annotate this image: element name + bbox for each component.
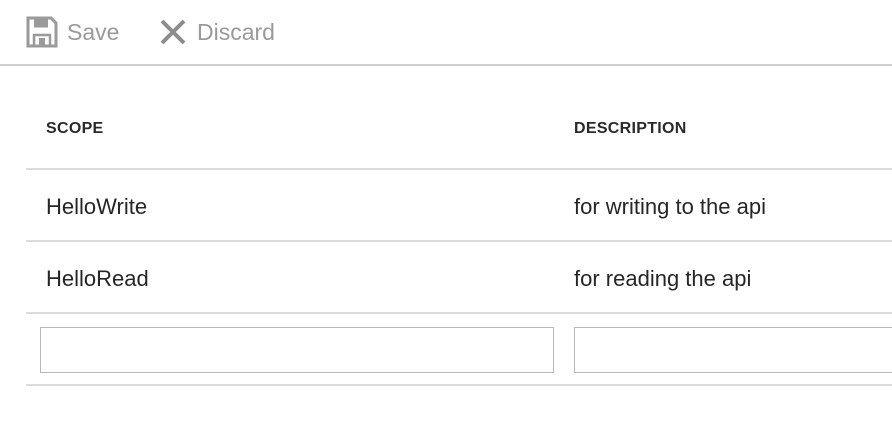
save-label: Save — [67, 18, 120, 45]
save-button[interactable]: Save — [26, 14, 119, 50]
floppy-disk-icon — [26, 16, 58, 48]
column-header-description: DESCRIPTION — [574, 120, 687, 137]
discard-label: Discard — [197, 18, 275, 45]
table-header-row: SCOPE DESCRIPTION — [26, 92, 892, 170]
command-toolbar: Save Discard — [0, 0, 892, 66]
description-cell: for writing to the api — [574, 194, 766, 219]
table-row[interactable]: HelloRead for reading the api — [26, 242, 892, 314]
x-close-icon — [158, 17, 188, 47]
scope-cell: HelloWrite — [46, 194, 148, 219]
new-description-input[interactable] — [574, 327, 892, 373]
new-scope-row — [26, 314, 892, 386]
discard-button[interactable]: Discard — [158, 14, 275, 50]
description-cell: for reading the api — [574, 266, 752, 291]
table-row[interactable]: HelloWrite for writing to the api — [26, 170, 892, 242]
new-scope-input[interactable] — [40, 327, 554, 373]
column-header-scope: SCOPE — [46, 120, 104, 137]
scope-cell: HelloRead — [46, 266, 149, 291]
scopes-table: SCOPE DESCRIPTION HelloWrite for writing… — [26, 92, 892, 386]
